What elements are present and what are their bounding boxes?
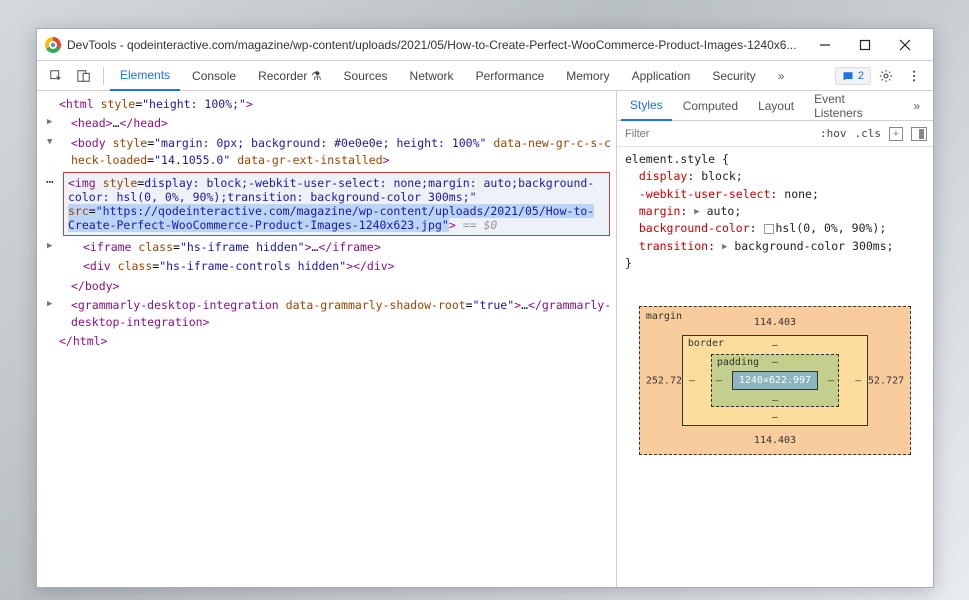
tab-network[interactable]: Network [400,61,464,91]
box-model[interactable]: margin 114.403 114.403 252.727 252.727 b… [617,276,933,587]
styles-panel: Styles Computed Layout Event Listeners »… [617,91,933,587]
dom-grammarly[interactable]: <grammarly-desktop-integration data-gram… [43,296,616,333]
img-style-val: display: block;-webkit-user-select: none… [68,176,594,204]
filter-bar: :hov .cls + [617,121,933,147]
window-title: DevTools - qodeinteractive.com/magazine/… [67,38,805,52]
tab-recorder[interactable]: Recorder ⚗ [248,61,331,91]
tab-console[interactable]: Console [182,61,246,91]
main-tabbar: Elements Console Recorder ⚗ Sources Netw… [37,61,933,91]
subtab-overflow[interactable]: » [904,91,929,121]
window-controls [805,32,925,58]
dom-head[interactable]: <head>…</head> [43,114,616,133]
more-menu-icon[interactable] [901,63,927,89]
styles-subtabs: Styles Computed Layout Event Listeners » [617,91,933,121]
dom-body-close[interactable]: </body> [43,277,616,296]
dom-body-open[interactable]: <body style="margin: 0px; background: #0… [43,134,616,171]
ellipsis-icon[interactable]: ⋯ [46,175,55,190]
elements-panel[interactable]: <html style="height: 100%;"> <head>…</he… [37,91,617,587]
issues-count: 2 [858,70,864,82]
issues-badge[interactable]: 2 [835,67,871,85]
maximize-button[interactable] [845,32,885,58]
tab-security[interactable]: Security [702,61,765,91]
dom-html-close[interactable]: </html> [43,332,616,351]
dom-selected-img[interactable]: ⋯ <img style=display: block;-webkit-user… [63,172,610,236]
tab-sources[interactable]: Sources [334,61,398,91]
hov-toggle[interactable]: :hov [820,127,847,140]
bm-margin-label: margin [646,311,682,322]
tab-overflow[interactable]: » [768,61,795,91]
devtools-window: DevTools - qodeinteractive.com/magazine/… [36,28,934,588]
minimize-button[interactable] [805,32,845,58]
subtab-styles[interactable]: Styles [621,91,672,121]
chrome-icon [45,37,61,53]
bm-content: 1240×622.997 [732,371,818,390]
color-swatch-icon[interactable] [764,224,774,234]
styles-filter-input[interactable] [617,128,814,140]
subtab-eventlisteners[interactable]: Event Listeners [805,91,902,121]
dom-html-open[interactable]: <html style="height: 100%;"> [43,95,616,114]
rule-selector: element.style [625,152,715,166]
tab-application[interactable]: Application [622,61,701,91]
panels: <html style="height: 100%;"> <head>…</he… [37,91,933,587]
subtab-computed[interactable]: Computed [674,91,747,121]
styles-rules[interactable]: element.style { display: block; -webkit-… [617,147,933,276]
dom-iframe-controls[interactable]: <div class="hs-iframe-controls hidden"><… [43,257,616,276]
cls-toggle[interactable]: .cls [855,127,882,140]
device-toggle-icon[interactable] [71,63,97,89]
subtab-layout[interactable]: Layout [749,91,803,121]
tab-elements[interactable]: Elements [110,61,180,91]
settings-gear-icon[interactable] [873,63,899,89]
bm-border-label: border [688,338,724,349]
dom-iframe[interactable]: <iframe class="hs-iframe hidden">…</ifra… [43,238,616,257]
inspect-icon[interactable] [43,63,69,89]
close-button[interactable] [885,32,925,58]
titlebar: DevTools - qodeinteractive.com/magazine/… [37,29,933,61]
new-style-rule-button[interactable]: + [889,127,903,141]
toggle-sidebar-icon[interactable] [911,127,927,141]
eq-dollar-zero: == $0 [456,218,498,232]
tab-memory[interactable]: Memory [556,61,619,91]
tab-performance[interactable]: Performance [466,61,555,91]
bm-padding-label: padding [717,357,759,368]
